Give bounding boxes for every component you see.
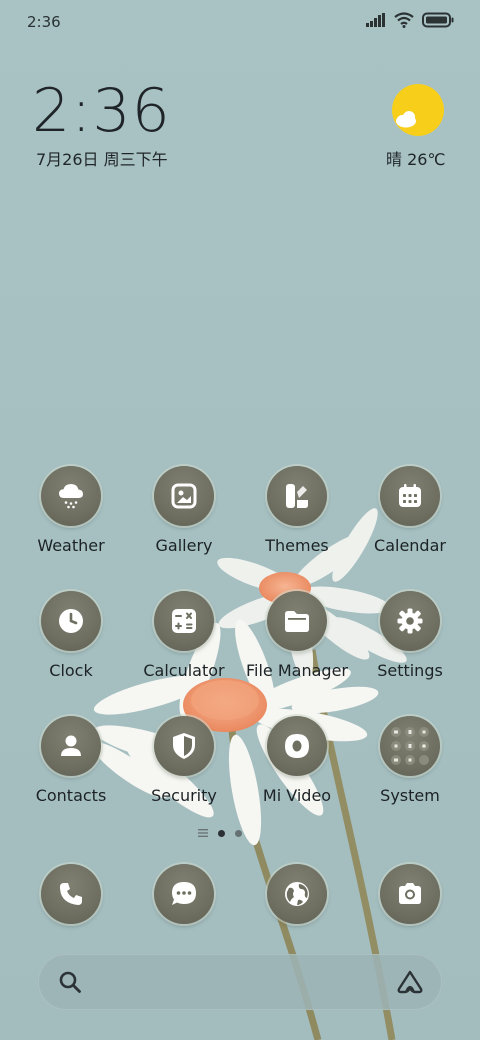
app-label: Security — [151, 786, 217, 805]
app-calendar[interactable]: Calendar — [352, 466, 468, 570]
app-label: Gallery — [155, 536, 213, 555]
page-dot[interactable] — [235, 829, 242, 837]
image-icon — [171, 483, 197, 509]
app-label: File Manager — [246, 661, 348, 680]
app-label: Clock — [49, 661, 93, 680]
status-time: 2:36 — [27, 13, 61, 31]
app-weather[interactable]: Weather — [13, 466, 129, 570]
app-clock[interactable]: Clock — [13, 591, 129, 695]
clock-icon — [59, 609, 83, 633]
search-bar[interactable] — [38, 954, 442, 1010]
play-icon — [285, 734, 309, 758]
weather-widget-text[interactable]: 晴 26℃ — [386, 146, 445, 170]
person-icon — [61, 735, 81, 756]
app-label: System — [380, 786, 440, 805]
app-label: Contacts — [35, 786, 107, 805]
palette-icon — [286, 484, 308, 508]
app-security[interactable]: Security — [126, 716, 242, 820]
clock-widget-date[interactable]: 7月26日 周三下午 — [36, 146, 168, 170]
clock-widget-time[interactable]: 2:36 — [32, 76, 171, 146]
status-bar: 2:36 — [0, 0, 480, 42]
gear-icon — [397, 608, 423, 634]
battery-icon — [422, 12, 454, 28]
camera-icon — [399, 883, 421, 904]
wifi-icon — [394, 12, 414, 28]
search-icon[interactable] — [58, 970, 82, 994]
app-label: Themes — [265, 536, 329, 555]
calculator-icon — [172, 609, 196, 633]
page-indicator[interactable] — [198, 828, 242, 838]
folder-icon — [285, 611, 309, 632]
signal-icon — [366, 13, 385, 27]
app-label: Settings — [377, 661, 443, 680]
phone-icon — [60, 883, 82, 905]
cloud-rain-icon — [59, 484, 83, 509]
app-calculator[interactable]: Calculator — [126, 591, 242, 695]
shield-icon — [173, 733, 195, 759]
home-screen: 2:36 2:36 7月26日 周三下午 晴 26℃ Weather Galle… — [0, 0, 480, 1040]
assistant-icon[interactable] — [396, 969, 424, 995]
browser-icon — [285, 882, 309, 906]
sun-cloud-icon[interactable] — [390, 84, 446, 140]
app-mi-video[interactable]: Mi Video — [239, 716, 355, 820]
calendar-icon — [399, 484, 421, 507]
dock-browser[interactable] — [267, 864, 327, 924]
app-label: Mi Video — [262, 786, 332, 805]
app-label: Weather — [37, 536, 105, 555]
dock-camera[interactable] — [380, 864, 440, 924]
app-contacts[interactable]: Contacts — [13, 716, 129, 820]
app-label: Calculator — [143, 661, 225, 680]
app-system-folder[interactable]: System — [352, 716, 468, 820]
app-label: Calendar — [374, 536, 446, 555]
dock-messages[interactable] — [154, 864, 214, 924]
status-icons — [366, 12, 454, 28]
app-settings[interactable]: Settings — [352, 591, 468, 695]
list-icon — [198, 829, 208, 837]
dock-phone[interactable] — [41, 864, 101, 924]
page-dot-active[interactable] — [218, 829, 225, 837]
app-gallery[interactable]: Gallery — [126, 466, 242, 570]
app-file-manager[interactable]: File Manager — [239, 591, 355, 695]
folder-grid-icon — [391, 727, 429, 765]
message-icon — [172, 882, 196, 905]
app-themes[interactable]: Themes — [239, 466, 355, 570]
